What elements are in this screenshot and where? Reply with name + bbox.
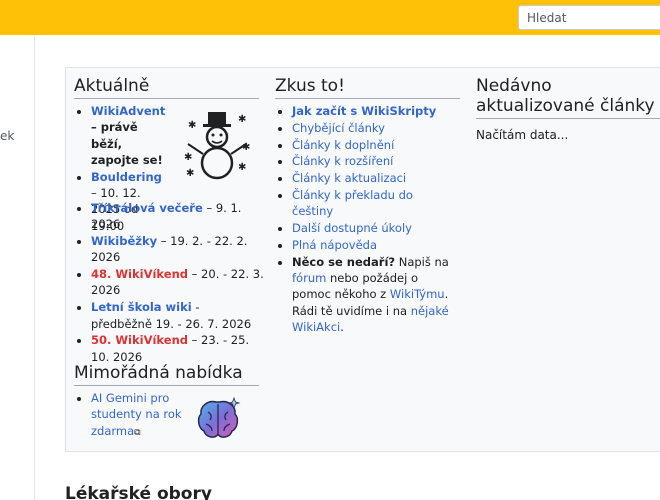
help-label: Něco se nedaří? — [292, 254, 396, 269]
list-item: Tříkrálová večeře – 9. 1. 2026 — [91, 200, 264, 233]
zkus-list: Jak začít s WikiSkripty Chybějící články… — [275, 103, 455, 336]
list-item: WikiAdvent – právě běží, zapojte se! — [91, 103, 169, 168]
svg-text:✱: ✱ — [188, 120, 196, 131]
svg-text:✱: ✱ — [186, 168, 194, 179]
header-bar — [0, 0, 660, 35]
zkus-heading: Zkus to! — [275, 76, 460, 99]
search-input[interactable] — [518, 5, 660, 30]
svg-text:✱: ✱ — [238, 114, 246, 125]
list-item: Plná nápověda — [292, 237, 455, 253]
list-item: Články k doplnění — [292, 137, 455, 153]
nedavno-heading: Nedávno aktualizované články — [476, 76, 660, 119]
svg-text:✱: ✱ — [238, 162, 246, 173]
event-link[interactable]: Tříkrálová večeře — [91, 201, 203, 215]
zkus-link[interactable]: Jak začít s WikiSkripty — [292, 104, 436, 118]
external-link-icon: ⧉ — [134, 427, 141, 438]
nabidka-list: AI Gemini pro studenty na rok zdarma⧉ — [74, 390, 184, 441]
zkus-link[interactable]: Články k rozšíření — [292, 154, 393, 168]
event-text: – právě běží, zapojte se! — [91, 120, 163, 167]
help-text: Napiš na — [395, 254, 449, 269]
list-item: Letní škola wiki - předběžně 19. - 26. 7… — [91, 299, 264, 332]
event-link[interactable]: 50. WikiVíkend — [91, 333, 188, 347]
event-link[interactable]: Letní škola wiki — [91, 300, 192, 314]
wikitym-link[interactable]: WikiTýmu — [390, 287, 445, 301]
aktualne-list-bottom: Tříkrálová večeře – 9. 1. 2026 Wikiběžky… — [74, 200, 264, 365]
list-item: Jak začít s WikiSkripty — [292, 103, 455, 119]
zkus-link[interactable]: Chybějící články — [292, 121, 385, 135]
section-heading: Lékařské obory — [65, 484, 212, 500]
list-item: 48. WikiVíkend – 20. - 22. 3. 2026 — [91, 266, 264, 299]
loading-text: Načítám data... — [476, 128, 569, 142]
sidebar-item-fragment[interactable]: ek — [0, 129, 14, 143]
event-link[interactable]: 48. WikiVíkend — [91, 267, 188, 281]
svg-text:✱: ✱ — [242, 142, 250, 153]
zkus-link[interactable]: Články k aktualizaci — [292, 171, 406, 185]
list-item: Wikiběžky – 19. 2. - 22. 2. 2026 — [91, 233, 264, 266]
event-link[interactable]: Bouldering — [91, 170, 162, 184]
nabidka-heading: Mimořádná nabídka — [74, 363, 259, 386]
forum-link[interactable]: fórum — [292, 271, 326, 285]
list-item: 50. WikiVíkend – 23. - 25. 10. 2026 — [91, 332, 264, 365]
svg-text:✱: ✱ — [184, 152, 192, 163]
zkus-link[interactable]: Články k překladu do češtiny — [292, 188, 413, 218]
help-item: Něco se nedaří? Napiš na fórum nebo požá… — [292, 254, 455, 335]
aktualne-heading: Aktuálně — [74, 76, 259, 99]
list-item: Články k rozšíření — [292, 153, 455, 169]
sidebar-divider — [34, 35, 35, 500]
snowman-icon: ✱ ✱ ✱ ✱ ✱ ✱ — [184, 112, 250, 180]
zkus-link[interactable]: Plná nápověda — [292, 238, 377, 252]
list-item: Další dostupné úkoly — [292, 220, 455, 236]
zkus-link[interactable]: Články k doplnění — [292, 138, 394, 152]
zkus-link[interactable]: Další dostupné úkoly — [292, 221, 412, 235]
help-text: . — [340, 319, 344, 334]
event-link[interactable]: Wikiběžky — [91, 234, 157, 248]
list-item: AI Gemini pro studenty na rok zdarma⧉ — [91, 390, 184, 441]
event-link[interactable]: WikiAdvent — [91, 104, 165, 118]
list-item: Články k překladu do češtiny — [292, 187, 455, 220]
list-item: Chybějící články — [292, 120, 455, 136]
list-item: Články k aktualizaci — [292, 170, 455, 186]
brain-icon — [197, 396, 241, 438]
